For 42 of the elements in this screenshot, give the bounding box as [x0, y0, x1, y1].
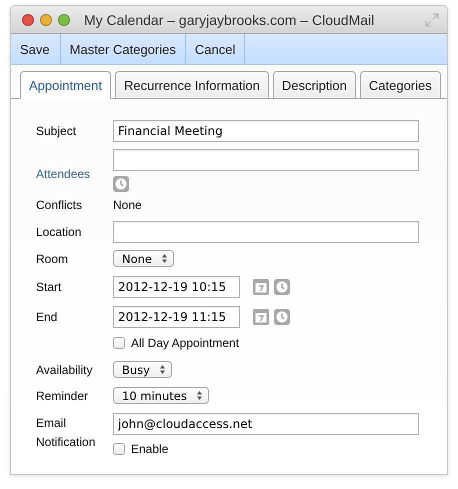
toolbar-button[interactable]: Master Categories: [60, 34, 186, 64]
datetime-field[interactable]: 2012-12-19 11:15: [113, 306, 240, 328]
email-field[interactable]: john@cloudaccess.net: [113, 413, 419, 435]
updown-arrow-icon: [196, 391, 202, 400]
field-label: Room: [36, 252, 70, 266]
toolbar-button[interactable]: Cancel: [186, 34, 246, 64]
tab[interactable]: Description: [272, 71, 356, 99]
tab[interactable]: Recurrence Information: [115, 71, 269, 99]
datetime-field[interactable]: 2012-12-19 10:15: [113, 276, 240, 298]
field-label: End: [36, 310, 58, 324]
updown-arrow-icon: [160, 365, 165, 374]
tab[interactable]: Categories: [360, 71, 441, 99]
calendar-icon[interactable]: [253, 279, 269, 295]
clock-icon[interactable]: [274, 279, 290, 295]
attendees-field[interactable]: [113, 149, 419, 171]
field-label: Subject: [36, 124, 78, 138]
minimize-icon[interactable]: [40, 14, 52, 26]
toolbar-button[interactable]: Save: [11, 34, 61, 64]
clock-icon[interactable]: [274, 309, 290, 325]
calendar-icon[interactable]: [253, 309, 269, 325]
window-title: My Calendar – garyjaybrooks.com – CloudMail: [84, 12, 376, 28]
dropdown[interactable]: 10 minutes: [113, 387, 209, 404]
field-label: Location: [36, 225, 82, 239]
dropdown[interactable]: Busy: [113, 361, 172, 378]
tab[interactable]: Appointment: [20, 71, 111, 99]
field-label: Email Notification: [36, 415, 96, 451]
dropdown[interactable]: None: [113, 250, 174, 267]
zoom-icon[interactable]: [58, 14, 70, 26]
field-label: Availability: [36, 362, 94, 376]
text-field[interactable]: [113, 221, 419, 243]
updown-arrow-icon: [162, 254, 168, 263]
field-value: None: [113, 198, 143, 212]
enable-checkbox[interactable]: Enable: [113, 442, 419, 456]
all-day-checkbox[interactable]: All Day Appointment: [113, 336, 419, 350]
close-icon[interactable]: [22, 14, 34, 26]
clock-icon[interactable]: [113, 176, 129, 192]
text-field[interactable]: Financial Meeting: [113, 120, 419, 142]
field-label: Start: [36, 280, 62, 294]
field-label: Reminder: [36, 388, 90, 402]
field-label: Conflicts: [36, 198, 84, 212]
expand-icon[interactable]: [425, 12, 439, 26]
attendees-link[interactable]: Attendees: [36, 149, 113, 181]
